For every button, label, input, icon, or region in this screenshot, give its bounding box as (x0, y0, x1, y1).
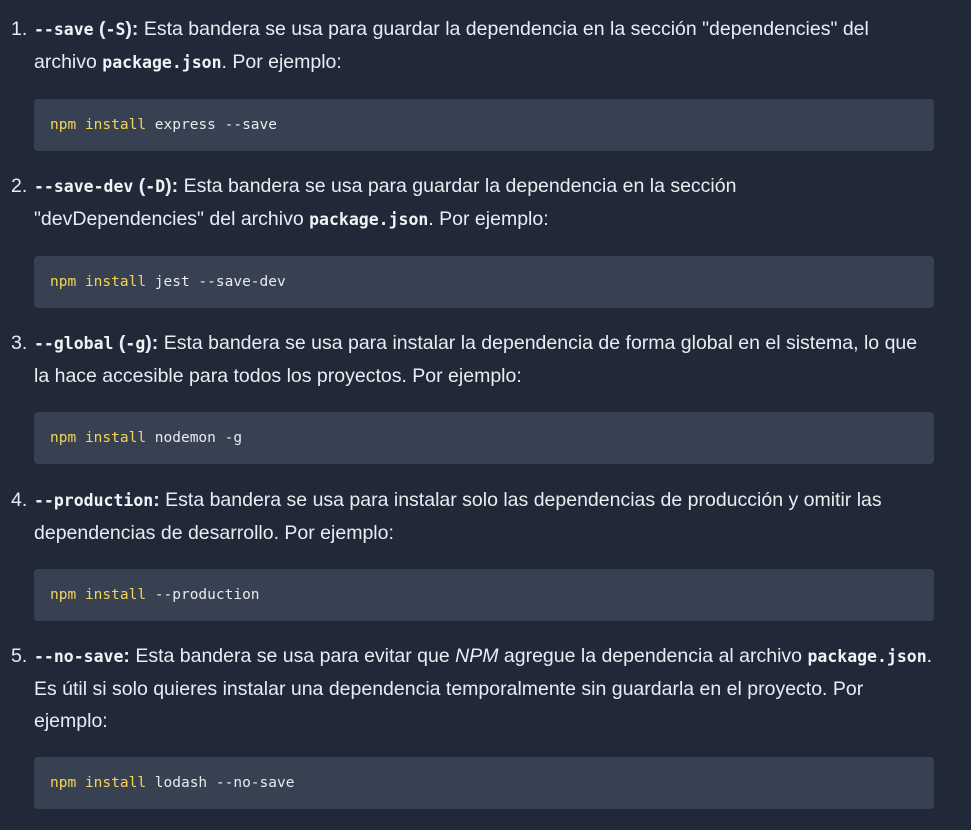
filename-code: package.json (807, 647, 927, 666)
filename-code: package.json (102, 53, 222, 72)
list-number: 2. (11, 175, 28, 197)
description-tail: . Por ejemplo: (428, 208, 549, 230)
short-flag-code: -S (105, 20, 126, 39)
description-text: Esta bandera se usa para instalar la dep… (34, 332, 918, 387)
code-command: npm (50, 430, 77, 446)
code-args: express --save (154, 117, 277, 133)
description-text: Esta bandera se usa para evitar que (135, 645, 450, 667)
flag-code: --production (34, 491, 154, 510)
code-subcommand: install (84, 587, 147, 603)
code-args: --production (154, 587, 260, 603)
code-args: jest --save-dev (154, 274, 286, 290)
code-command: npm (50, 587, 77, 603)
short-flag-code: -g (125, 334, 146, 353)
list-number: 4. (11, 489, 28, 511)
flag-code: --global (34, 334, 114, 353)
list-item-save-dev: 2. --save-dev (-D): Esta bandera se usa … (0, 170, 960, 236)
code-subcommand: install (84, 117, 147, 133)
description-text: Esta bandera se usa para instalar solo l… (34, 489, 882, 544)
code-block-production: npm install --production (34, 569, 934, 621)
code-block-global: npm install nodemon -g (34, 412, 934, 464)
description-tail: . Por ejemplo: (221, 51, 342, 73)
list-item-text: 4. --production: Esta bandera se usa par… (0, 484, 934, 549)
list-number: 5. (11, 645, 28, 667)
code-command: npm (50, 775, 77, 791)
flag-code: --no-save (34, 647, 124, 666)
filename-code: package.json (309, 210, 429, 229)
list-item-text: 1. --save (-S): Esta bandera se usa para… (0, 13, 934, 79)
code-subcommand: install (84, 775, 147, 791)
code-command: npm (50, 117, 77, 133)
code-subcommand: install (84, 274, 147, 290)
code-block-save: npm install express --save (34, 99, 934, 151)
flag-code: --save (34, 20, 94, 39)
list-number: 3. (11, 332, 28, 354)
code-block-no-save: npm install lodash --no-save (34, 757, 934, 809)
code-command: npm (50, 274, 77, 290)
list-item-no-save: 5. --no-save: Esta bandera se usa para e… (0, 640, 960, 737)
list-item-production: 4. --production: Esta bandera se usa par… (0, 484, 960, 549)
list-number: 1. (11, 18, 28, 40)
npm-emphasis: NPM (455, 645, 499, 667)
code-block-save-dev: npm install jest --save-dev (34, 256, 934, 308)
description-text-cont: agregue la dependencia al archivo (503, 645, 803, 667)
flag-code: --save-dev (34, 177, 134, 196)
list-item-text: 5. --no-save: Esta bandera se usa para e… (0, 640, 934, 737)
list-item-global: 3. --global (-g): Esta bandera se usa pa… (0, 327, 960, 392)
list-item-text: 2. --save-dev (-D): Esta bandera se usa … (0, 170, 834, 236)
code-args: nodemon -g (154, 430, 243, 446)
list-item-text: 3. --global (-g): Esta bandera se usa pa… (0, 327, 934, 392)
code-subcommand: install (84, 430, 147, 446)
document-content: 1. --save (-S): Esta bandera se usa para… (0, 0, 971, 830)
code-args: lodash --no-save (154, 775, 295, 791)
list-item-save: 1. --save (-S): Esta bandera se usa para… (0, 13, 960, 79)
short-flag-code: -D (145, 177, 166, 196)
